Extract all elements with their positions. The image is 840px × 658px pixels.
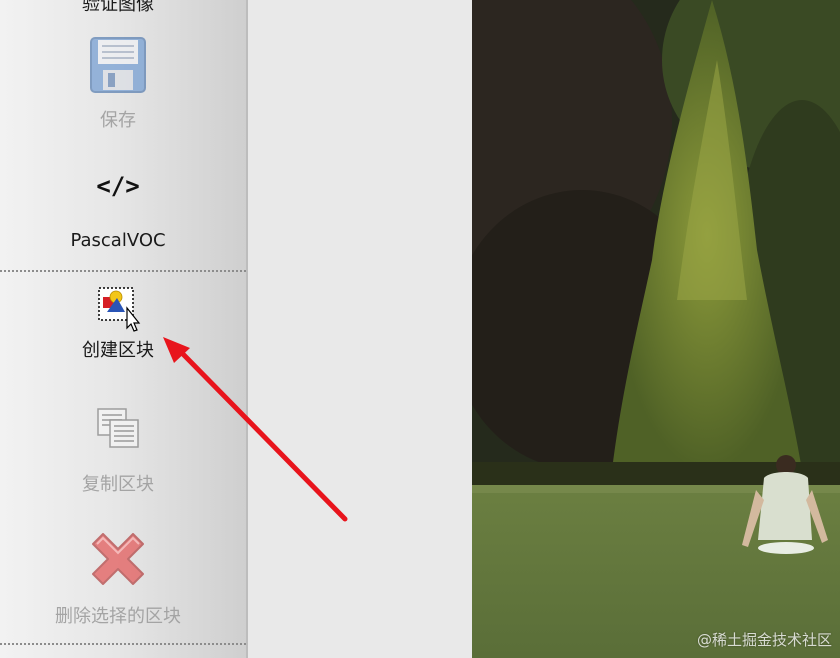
park-photo [472,0,840,658]
create-box-button[interactable]: 创建区块 [0,284,236,362]
left-toolbar: 验证图像 保存 </> PascalVOC 创建区块 复制区块 删除选择的区块 [0,0,248,658]
delete-box-button[interactable]: 删除选择的区块 [0,528,236,628]
code-icon: </> [96,172,140,200]
copy-icon [94,406,142,454]
copy-box-label: 复制区块 [82,474,154,495]
pascalvoc-button[interactable]: </> PascalVOC [0,166,236,252]
image-canvas[interactable]: @稀土掘金技术社区 [472,0,840,658]
delete-icon [87,528,149,594]
verify-image-label: 验证图像 [82,0,154,15]
create-box-label: 创建区块 [82,340,154,361]
verify-image-button[interactable]: 验证图像 [0,0,236,16]
toolbar-divider-bottom [0,643,246,645]
toolbar-divider [0,270,246,272]
delete-box-label: 删除选择的区块 [55,606,181,627]
save-label: 保存 [100,110,136,131]
copy-box-button[interactable]: 复制区块 [0,406,236,496]
save-icon [89,36,147,98]
canvas-background[interactable] [248,0,472,658]
create-rect-icon [93,284,143,338]
watermark: @稀土掘金技术社区 [696,631,832,649]
pascalvoc-label: PascalVOC [70,230,166,251]
save-button[interactable]: 保存 [0,36,236,132]
